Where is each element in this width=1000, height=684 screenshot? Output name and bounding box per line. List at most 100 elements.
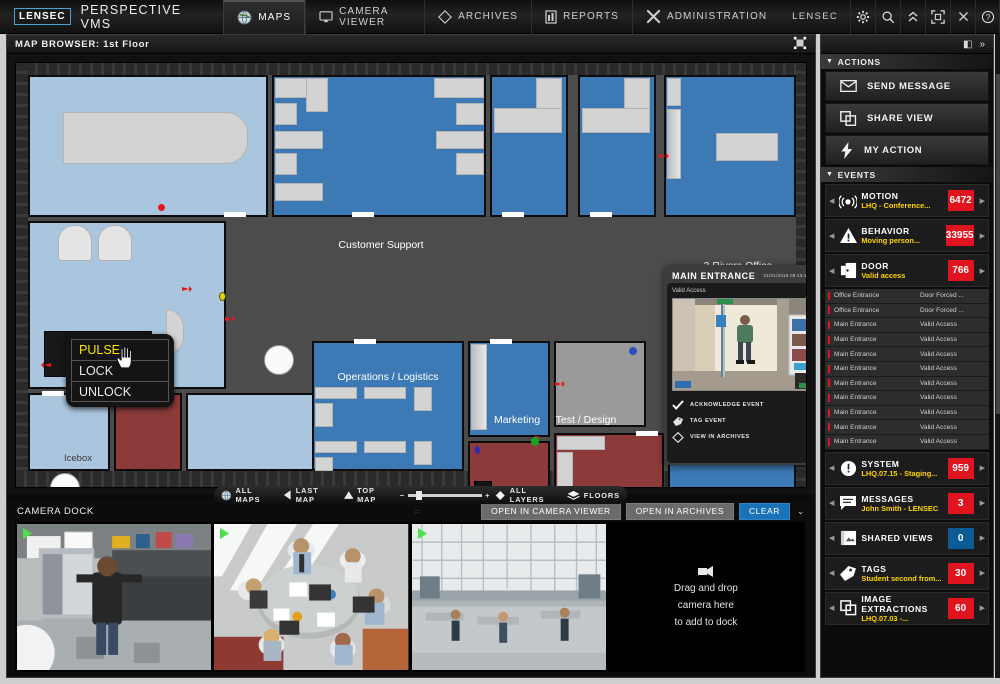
my-action-button[interactable]: MY ACTION (825, 135, 989, 165)
prev-arrow-icon[interactable]: ◀ (826, 604, 837, 612)
panel-resize-handle[interactable]: = (414, 507, 420, 518)
share-view-button[interactable]: SHARE VIEW (825, 103, 989, 133)
door-event-row[interactable]: Office Entrance Door Forced ... (825, 289, 989, 304)
last-map-button[interactable]: LAST MAP (283, 486, 338, 504)
zoom-in-button[interactable]: + (485, 491, 490, 500)
prev-arrow-icon[interactable]: ◀ (826, 499, 837, 507)
wall-top (16, 63, 806, 75)
context-menu-item-unlock[interactable]: UNLOCK (71, 381, 169, 402)
camera-cell-empty[interactable]: Drag and drop camera here to add to dock (608, 524, 803, 670)
prev-arrow-icon[interactable]: ◀ (826, 267, 837, 275)
camera-marker[interactable] (658, 151, 670, 163)
chevron-up-icon[interactable] (900, 0, 925, 34)
main-entrance-event-popup[interactable]: MAIN ENTRANCE 01/01/2019 08:13:48 AM Val… (664, 265, 806, 465)
event-item-image-extractions[interactable]: ◀ IMAGE EXTRACTIONS LHQ.07.03 -... 60 ▶ (825, 591, 989, 625)
events-section-header[interactable]: ▼ EVENTS (821, 167, 993, 182)
prev-arrow-icon[interactable]: ◀ (826, 197, 837, 205)
fullscreen-icon[interactable] (925, 0, 950, 34)
map-alert-dot[interactable] (158, 204, 165, 211)
event-item-behavior[interactable]: ◀ BEHAVIOR Moving person... 33955 ▶ (825, 219, 989, 252)
door-event-row[interactable]: Main Entrance Valid Access (825, 332, 989, 348)
event-item-messages[interactable]: ◀ MESSAGES John Smith - LENSEC 3 ▶ (825, 486, 989, 520)
all-maps-button[interactable]: ALL MAPS (221, 486, 278, 504)
tab-maps[interactable]: MAPS (223, 0, 306, 34)
event-item-system[interactable]: ◀ SYSTEM LHQ.07.15 - Staging... 959 ▶ (825, 451, 989, 485)
panel-toggle-icon[interactable]: ◧ (963, 39, 972, 50)
floor-plan[interactable]: Conference Room Customer Support (15, 62, 807, 488)
tag-event-button[interactable]: TAG EVENT (672, 413, 806, 429)
event-item-motion[interactable]: ◀ MOTION LHQ - Conference... 6472 ▶ (825, 184, 989, 217)
fit-to-screen-icon[interactable] (793, 36, 807, 53)
prev-arrow-icon[interactable]: ◀ (826, 534, 837, 542)
gear-icon[interactable] (850, 0, 875, 34)
scrollbar-thumb[interactable] (996, 74, 1000, 414)
next-arrow-icon[interactable]: ▶ (977, 267, 988, 275)
next-arrow-icon[interactable]: ▶ (977, 464, 988, 472)
expand-right-icon[interactable]: » (979, 39, 985, 50)
help-icon[interactable]: ? (975, 0, 1000, 34)
tab-administration[interactable]: ADMINISTRATION (631, 0, 780, 34)
camera-cell-lobby[interactable] (411, 524, 606, 670)
room-break[interactable] (186, 393, 314, 471)
floors-button[interactable]: FLOORS (567, 490, 620, 500)
prev-arrow-icon[interactable]: ◀ (826, 569, 837, 577)
arrow-up-icon (343, 490, 354, 499)
door-event-row[interactable]: Main Entrance Valid Access (825, 391, 989, 406)
door-open-marker[interactable] (531, 437, 539, 446)
tab-archives[interactable]: ARCHIVES (424, 0, 531, 34)
acknowledge-event-button[interactable]: ACKNOWLEDGE EVENT (672, 397, 806, 413)
zoom-out-button[interactable]: − (400, 491, 405, 500)
camera-marker[interactable] (40, 360, 52, 372)
camera-cell-meeting-room[interactable] (214, 524, 409, 670)
door-event-row[interactable]: Main Entrance Valid Access (825, 361, 989, 377)
popup-video-frame[interactable] (672, 298, 806, 391)
exclamation-icon (837, 460, 859, 477)
view-in-archives-button[interactable]: VIEW IN ARCHIVES (672, 429, 806, 445)
slider-knob[interactable] (416, 490, 423, 500)
camera-marker[interactable] (224, 314, 236, 326)
zoom-slider-group[interactable]: − + (400, 490, 490, 500)
all-layers-button[interactable]: ALL LAYERS (495, 486, 561, 504)
door-event-row[interactable]: Main Entrance Valid Access (825, 318, 989, 333)
prev-arrow-icon[interactable]: ◀ (826, 464, 837, 472)
send-message-button[interactable]: SEND MESSAGE (825, 71, 989, 101)
event-item-tags[interactable]: ◀ TAGS Student second from... 30 ▶ (825, 556, 989, 590)
door-event-row[interactable]: Office Entrance Door Forced ... (825, 303, 989, 319)
zoom-slider[interactable] (408, 490, 483, 500)
search-icon[interactable] (875, 0, 900, 34)
next-arrow-icon[interactable]: ▶ (977, 232, 988, 240)
chevron-down-icon[interactable]: ⌄ (790, 506, 809, 517)
camera-marker[interactable] (554, 379, 566, 391)
top-map-button[interactable]: TOP MAP (343, 486, 395, 504)
close-icon[interactable] (950, 0, 975, 34)
door-event-row[interactable]: Main Entrance Valid Access (825, 347, 989, 362)
tab-camera-viewer[interactable]: CAMERA VIEWER (305, 0, 424, 34)
event-item-shared-views[interactable]: ◀ SHARED VIEWS 0 ▶ (825, 521, 989, 555)
next-arrow-icon[interactable]: ▶ (977, 604, 988, 612)
sensor-marker[interactable] (475, 446, 480, 454)
clear-button[interactable]: CLEAR (739, 502, 790, 520)
prev-arrow-icon[interactable]: ◀ (826, 232, 837, 240)
open-in-archives-button[interactable]: OPEN IN ARCHIVES (625, 502, 734, 520)
next-arrow-icon[interactable]: ▶ (977, 499, 988, 507)
door-event-row[interactable]: Main Entrance Valid Access (825, 376, 989, 392)
window-scrollbar[interactable] (995, 34, 1000, 678)
door-event-row[interactable]: Main Entrance Valid Access (825, 420, 989, 435)
actions-section-header[interactable]: ▼ ACTIONS (821, 54, 993, 69)
door-marker[interactable] (219, 292, 226, 301)
next-arrow-icon[interactable]: ▶ (977, 197, 988, 205)
door-event-row[interactable]: Main Entrance Valid Access (825, 405, 989, 421)
camera-cell-kitchen[interactable] (17, 524, 212, 670)
application-window: LENSEC PERSPECTIVE VMS MAPS CAMERA VIEWE… (0, 0, 1000, 684)
sensor-marker[interactable] (629, 347, 637, 355)
tab-reports[interactable]: REPORTS (531, 0, 632, 34)
tag-icon (837, 565, 859, 582)
next-arrow-icon[interactable]: ▶ (977, 534, 988, 542)
door-event-row[interactable]: Main Entrance Valid Access (825, 434, 989, 450)
map-viewport[interactable]: Conference Room Customer Support (7, 54, 815, 494)
camera-marker[interactable] (181, 284, 193, 296)
open-in-camera-viewer-button[interactable]: OPEN IN CAMERA VIEWER (481, 502, 621, 520)
event-title: MESSAGES (861, 493, 914, 504)
next-arrow-icon[interactable]: ▶ (977, 569, 988, 577)
event-item-door[interactable]: ◀ DOOR Valid access 766 ▶ (825, 254, 989, 287)
